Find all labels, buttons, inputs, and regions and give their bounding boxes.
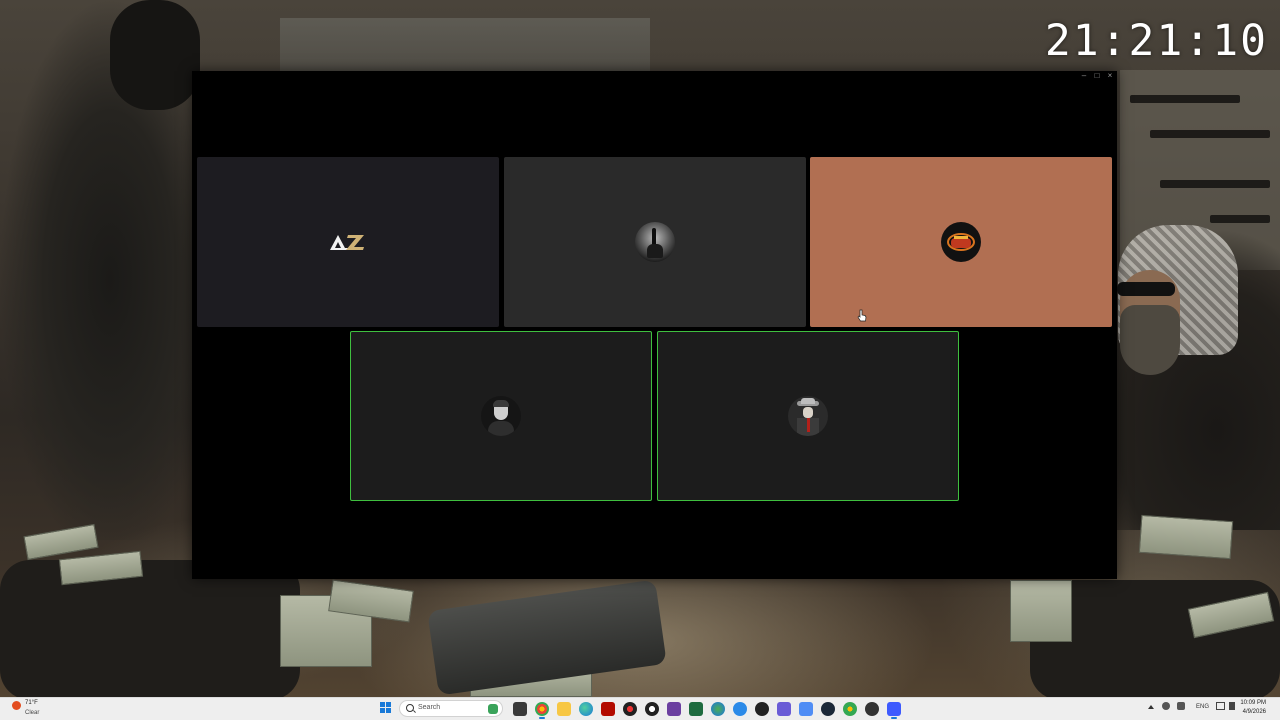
file-explorer-icon[interactable]: [557, 702, 571, 716]
taskbar: 71°F Clear Search ENG 10:09 PM 4/9/2026: [0, 697, 1280, 720]
search-highlight-icon: [488, 704, 498, 714]
participant-tile[interactable]: [657, 331, 959, 501]
weather-temp: 71°F: [25, 700, 38, 706]
epic-icon[interactable]: [755, 702, 769, 716]
taskbar-search[interactable]: Search: [399, 700, 503, 717]
xbox-icon[interactable]: [689, 702, 703, 716]
participant-tile[interactable]: [350, 331, 652, 501]
wallpaper-cash-counter: [427, 579, 667, 696]
speaker-icon[interactable]: [1229, 702, 1235, 710]
participant-tile[interactable]: [810, 157, 1112, 327]
wallpaper-rifle: [1160, 180, 1270, 188]
media-player-icon[interactable]: [865, 702, 879, 716]
hat-figure-avatar: [788, 396, 828, 436]
acrobat-icon[interactable]: [601, 702, 615, 716]
wallpaper-banknotes: [1010, 580, 1072, 642]
system-time: 10:09 PM: [1240, 700, 1266, 706]
call-window: – □ ×: [192, 71, 1117, 579]
kick-app-icon[interactable]: [667, 702, 681, 716]
language-indicator[interactable]: ENG: [1196, 704, 1209, 710]
system-date: 4/9/2026: [1242, 709, 1266, 715]
wallpaper-rifle: [1130, 95, 1240, 103]
photos-icon[interactable]: [733, 702, 747, 716]
wallpaper-rifle: [1210, 215, 1270, 223]
man-portrait-avatar: [481, 396, 521, 436]
wallpaper-sunglasses: [1117, 282, 1175, 296]
wallpaper-rifle: [1150, 130, 1270, 138]
search-icon: [406, 704, 414, 712]
maximize-button[interactable]: □: [1091, 71, 1103, 81]
weather-icon: [12, 701, 21, 710]
flame-emblem-avatar: [941, 222, 981, 262]
minimize-button[interactable]: –: [1078, 71, 1090, 81]
dark-figure-avatar: [635, 222, 675, 262]
discord-icon[interactable]: [777, 702, 791, 716]
wallpaper-beard: [1120, 305, 1180, 375]
task-view-icon[interactable]: [513, 702, 527, 716]
desktop-clock: 21:21:10: [1044, 16, 1268, 66]
search-placeholder: Search: [418, 704, 441, 711]
tray-chevron-icon[interactable]: [1148, 705, 1154, 709]
system-clock[interactable]: 10:09 PM 4/9/2026: [1240, 699, 1266, 717]
close-button[interactable]: ×: [1104, 71, 1116, 81]
obs-icon[interactable]: [645, 702, 659, 716]
hand-cursor-icon: [857, 309, 867, 322]
participant-tile[interactable]: [504, 157, 806, 327]
notepad-icon[interactable]: [799, 702, 813, 716]
start-button[interactable]: [380, 702, 392, 714]
chrome-icon[interactable]: [535, 702, 549, 719]
ea-app-icon[interactable]: [887, 702, 901, 719]
steam-icon[interactable]: [821, 702, 835, 716]
tray-app-icon[interactable]: [1162, 702, 1170, 710]
participant-tile[interactable]: [197, 157, 499, 327]
media-app-icon[interactable]: [623, 702, 637, 716]
window-titlebar[interactable]: – □ ×: [192, 71, 1117, 81]
edge-icon[interactable]: [579, 702, 593, 716]
wallpaper-wall-map: [280, 18, 650, 78]
monitor-icon[interactable]: [1216, 702, 1225, 710]
az-logo-avatar: [328, 232, 368, 252]
weather-widget[interactable]: 71°F Clear: [8, 700, 68, 720]
wallpaper-banknotes: [1138, 514, 1234, 560]
microphone-icon[interactable]: [1177, 702, 1185, 710]
az-logo-icon: [330, 235, 364, 250]
weather-condition: Clear: [25, 710, 40, 716]
chrome-2-icon[interactable]: [843, 702, 857, 716]
wallpaper-masked-head: [110, 0, 200, 110]
chrome-profile-icon[interactable]: [711, 702, 725, 716]
wallpaper-bag: [0, 560, 300, 697]
